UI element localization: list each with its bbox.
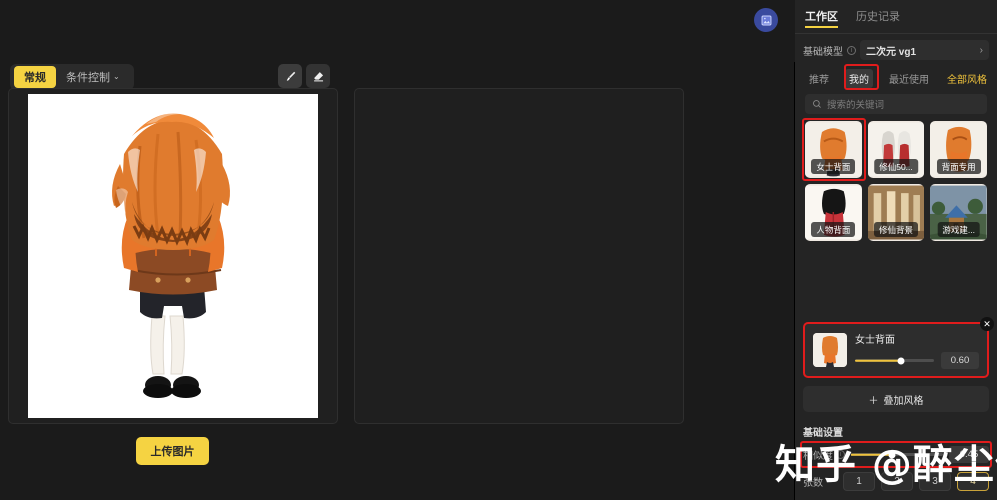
draw-tools-group [278, 64, 330, 88]
add-style-button[interactable]: ＋ 叠加风格 [803, 386, 989, 412]
chevron-down-icon: ⌄ [113, 72, 120, 81]
info-icon[interactable]: i [836, 450, 845, 459]
mode-tab-condition-control[interactable]: 条件控制 ⌄ [56, 66, 130, 88]
similarity-label-text: 相似度 [803, 451, 833, 462]
tab-workspace[interactable]: 工作区 [805, 8, 838, 28]
canvas-card-source[interactable] [8, 88, 338, 424]
base-model-row: 基础模型 i 二次元 vg1 › [803, 40, 989, 60]
canvas-area [8, 88, 684, 424]
image-count-options: 1 2 3 4 [830, 472, 989, 491]
plus-icon: ＋ [868, 395, 879, 407]
style-search-placeholder: 搜索的关键词 [827, 100, 885, 111]
basic-settings-section: 基础设置 相似度 i 0.45 张数 1 2 3 4 [800, 424, 992, 491]
count-option-4[interactable]: 4 [957, 472, 989, 491]
similarity-setting-row: 相似度 i 0.45 [800, 441, 992, 468]
count-option-3[interactable]: 3 [919, 472, 951, 491]
close-icon[interactable]: ✕ [980, 317, 994, 331]
workspace-area: 常规 条件控制 ⌄ 上传图片 [0, 0, 795, 500]
selected-style-section: 女士背面 0.60 ✕ ＋ 叠加风格 [803, 317, 994, 412]
style-card-3-caption: 人物背面 [811, 222, 856, 237]
selected-style-controls: 0.60 [855, 352, 979, 369]
app-root: 常规 条件控制 ⌄ 上传图片 工作区 历史记录 基础模型 i 二次元 vg1 ›… [0, 0, 997, 500]
basic-settings-title: 基础设置 [803, 428, 843, 439]
base-model-selector[interactable]: 二次元 vg1 › [860, 40, 989, 60]
style-card-2[interactable]: 背面专用 [930, 121, 987, 178]
similarity-label: 相似度 i [803, 447, 845, 462]
style-card-5[interactable]: 游戏建... [930, 184, 987, 241]
brush-tool[interactable] [278, 64, 302, 88]
eraser-icon [313, 71, 323, 81]
source-image [28, 94, 318, 418]
chevron-right-icon: › [979, 44, 983, 56]
style-card-1[interactable]: 修仙50... [867, 121, 925, 178]
mode-tab-regular[interactable]: 常规 [14, 66, 56, 88]
brush-icon [286, 71, 295, 81]
mode-segment-group: 常规 条件控制 ⌄ [10, 64, 134, 90]
style-card-4-caption: 修仙背景 [873, 222, 918, 237]
base-model-label: 基础模型 [803, 46, 843, 58]
style-card-3[interactable]: 人物背面 [805, 184, 862, 241]
style-card-4[interactable]: 修仙背景 [867, 184, 925, 241]
info-icon[interactable]: i [847, 45, 856, 55]
style-weight-slider[interactable] [855, 356, 934, 366]
style-card-2-caption: 背面专用 [936, 159, 981, 174]
image-upload-icon[interactable] [754, 8, 778, 32]
upload-image-button[interactable]: 上传图片 [136, 437, 209, 465]
style-card-grid: 女士背面 修仙50... 背面专用 人物背面 修仙背景 游戏建... [802, 118, 987, 241]
slider-fill [851, 453, 893, 456]
selected-style-body: 女士背面 0.60 [855, 331, 979, 369]
style-tab-recommended[interactable]: 推荐 [805, 69, 833, 88]
style-card-0-caption: 女士背面 [811, 159, 856, 174]
style-tab-mine[interactable]: 我的 [845, 68, 873, 88]
similarity-value[interactable]: 0.45 [949, 446, 989, 463]
mode-tab-regular-label: 常规 [24, 72, 46, 84]
sidebar-tabs: 工作区 历史记录 [795, 0, 997, 34]
mode-tab-condition-control-label: 条件控制 [66, 72, 110, 84]
slider-knob[interactable] [897, 357, 905, 364]
style-search-box[interactable]: 搜索的关键词 [805, 94, 987, 114]
base-model-value: 二次元 vg1 [866, 46, 917, 58]
selected-style-card: 女士背面 0.60 ✕ [803, 317, 994, 378]
all-styles-link[interactable]: 全部风格 [947, 71, 987, 86]
count-option-1[interactable]: 1 [843, 472, 875, 491]
eraser-tool[interactable] [306, 64, 330, 88]
count-option-2[interactable]: 2 [881, 472, 913, 491]
right-sidebar: 工作区 历史记录 基础模型 i 二次元 vg1 › 推荐 我的 最近使用 全部风… [795, 0, 997, 500]
image-count-row: 张数 1 2 3 4 [803, 472, 989, 491]
style-tab-group: 推荐 我的 最近使用 全部风格 [805, 64, 987, 90]
selected-style-name: 女士背面 [855, 335, 895, 346]
character-illustration [28, 94, 318, 418]
style-weight-value[interactable]: 0.60 [941, 352, 979, 369]
selected-style-thumbnail [813, 333, 847, 367]
tab-history[interactable]: 历史记录 [856, 8, 900, 27]
add-style-label: 叠加风格 [883, 395, 924, 407]
image-count-label: 张数 [803, 478, 823, 489]
style-card-1-caption: 修仙50... [874, 159, 918, 174]
slider-fill [855, 359, 901, 362]
slider-knob[interactable] [888, 451, 896, 458]
canvas-card-result[interactable] [354, 88, 684, 424]
style-tab-recent[interactable]: 最近使用 [885, 69, 933, 88]
style-card-0[interactable]: 女士背面 [805, 121, 862, 178]
workspace-topbar [0, 0, 795, 62]
similarity-slider[interactable] [851, 450, 943, 460]
style-card-5-caption: 游戏建... [937, 222, 980, 237]
search-icon [813, 100, 821, 108]
